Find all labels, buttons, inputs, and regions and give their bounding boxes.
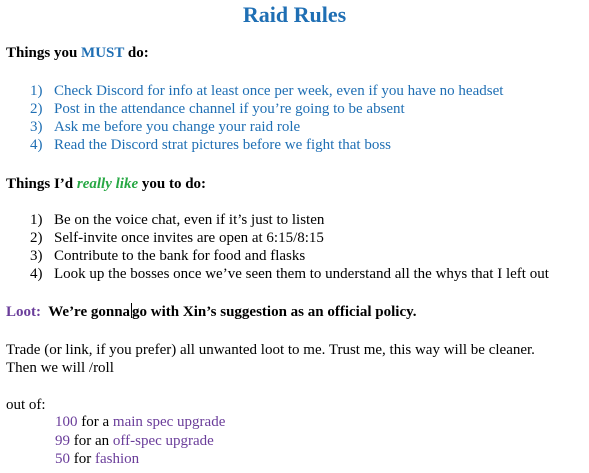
like-heading-suffix: you to do: (138, 176, 207, 192)
list-number: 4) (30, 266, 43, 282)
like-list: 1) Be on the voice chat, even if it’s jus… (30, 211, 549, 283)
list-item: 4) Read the Discord strat pictures before… (30, 136, 503, 154)
roll-category: off-spec upgrade (112, 433, 214, 449)
roll-category: main spec upgrade (112, 414, 226, 430)
list-number: 2) (30, 101, 43, 117)
loot-text-after-cursor: go with Xin’s suggestion as an official … (132, 304, 417, 320)
out-of-label: out of: (6, 397, 46, 413)
must-heading-prefix: Things you (6, 45, 82, 61)
roll-number: 100 (55, 414, 78, 430)
list-text: Be on the voice chat, even if it’s just … (54, 212, 325, 228)
list-item: 2) Self-invite once invites are open at 6… (30, 229, 549, 247)
list-item: 3) Contribute to the bank for food and fl… (30, 247, 549, 265)
list-item: 2) Post in the attendance channel if you’… (30, 100, 503, 118)
list-text: Post in the attendance channel if you’re… (54, 101, 405, 117)
list-text: Contribute to the bank for food and flas… (54, 248, 306, 264)
must-list: 1) Check Discord for info at least once p… (30, 82, 503, 154)
list-item: 3) Ask me before you change your raid rol… (30, 118, 503, 136)
list-text: Ask me before you change your raid role (54, 119, 301, 135)
roll-scale-row: 99 for an off-spec upgrade (55, 432, 214, 450)
roll-number: 50 (55, 451, 70, 467)
list-number: 3) (30, 119, 43, 135)
roll-connector: for an (73, 433, 110, 449)
list-number: 3) (30, 248, 43, 264)
list-number: 1) (30, 83, 43, 99)
loot-paragraph-line2: Then we will /roll (6, 360, 114, 376)
roll-scale-row: 50 for fashion (55, 450, 139, 468)
roll-scale-row: 100 for a main spec upgrade (55, 413, 225, 431)
loot-text-before-cursor: We’re gonna (48, 304, 131, 320)
must-heading-emphasis: MUST (81, 45, 125, 61)
list-number: 4) (30, 137, 43, 153)
loot-heading: Loot: We’re gonna go with Xin’s suggestio… (6, 302, 417, 322)
list-text: Check Discord for info at least once per… (54, 83, 504, 99)
roll-number: 99 (55, 433, 70, 449)
loot-paragraph-line1: Trade (or link, if you prefer) all unwan… (6, 342, 535, 358)
list-number: 1) (30, 212, 43, 228)
roll-connector: for (73, 451, 92, 467)
roll-category: fashion (95, 451, 140, 467)
list-item: 1) Be on the voice chat, even if it’s jus… (30, 211, 549, 229)
page-title: Raid Rules (242, 2, 347, 27)
must-heading-suffix: do: (124, 45, 149, 61)
list-text: Read the Discord strat pictures before w… (54, 137, 391, 153)
roll-connector: for a (81, 414, 110, 430)
document-page: Raid Rules Things you MUST do: 1) Check D… (0, 0, 589, 473)
list-text: Look up the bosses once we’ve seen them … (54, 266, 549, 282)
like-heading: Things I’d really like you to do: (6, 174, 206, 194)
list-item: 1) Check Discord for info at least once p… (30, 82, 503, 100)
loot-label: Loot: (6, 304, 41, 320)
list-item: 4) Look up the bosses once we’ve seen the… (30, 265, 549, 283)
like-heading-emphasis: really like (76, 176, 139, 192)
list-number: 2) (30, 230, 43, 246)
like-heading-prefix: Things I’d (6, 176, 77, 192)
must-heading: Things you MUST do: (6, 43, 149, 63)
list-text: Self-invite once invites are open at 6:1… (54, 230, 324, 246)
